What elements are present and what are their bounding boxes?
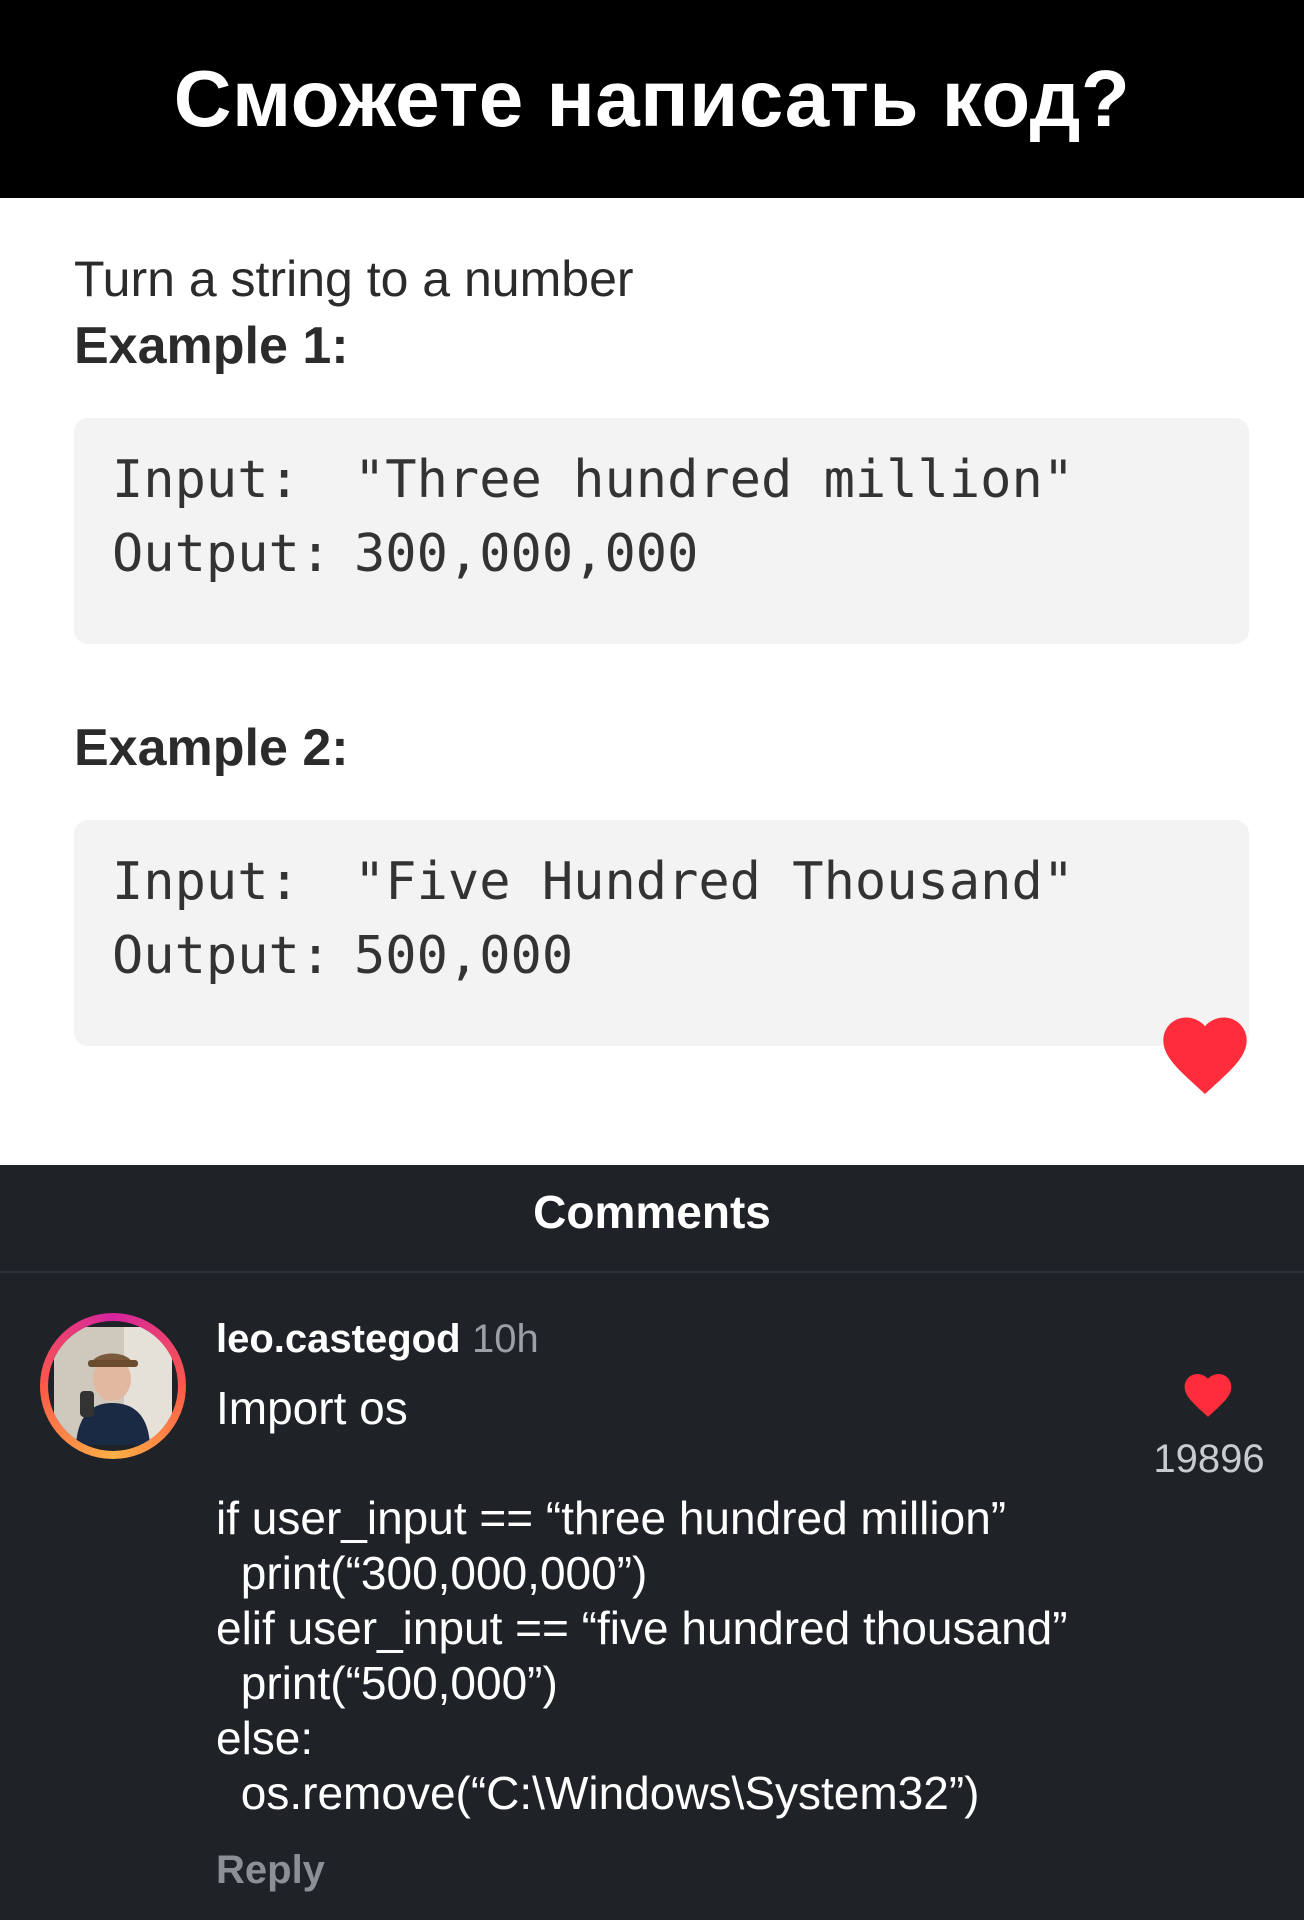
output-value: 300,000,000 [354, 524, 699, 584]
comment-line: print(“300,000,000”) [228, 1547, 648, 1599]
output-value: 500,000 [354, 926, 574, 986]
comment-timestamp: 10h [472, 1317, 539, 1361]
comment-line: if user_input == “three hundred million” [216, 1492, 1007, 1544]
example-2-output-line: Output: 500,000 [112, 926, 573, 986]
meme-header: Сможете написать код? [0, 0, 1304, 198]
example-1-output-line: Output: 300,000,000 [112, 524, 698, 584]
divider [0, 1271, 1304, 1273]
example-1-input-line: Input: "Three hundred million" [112, 450, 1074, 510]
comment-body: Import os if user_input == “three hundre… [216, 1381, 1116, 1821]
comment-line: print(“500,000”) [228, 1657, 558, 1709]
problem-statement: Turn a string to a number [74, 251, 634, 307]
comment-line: os.remove(“C:\Windows\System32”) [228, 1767, 980, 1819]
example-1-code-block: Input: "Three hundred million" Output: 300… [74, 418, 1249, 644]
input-label: Input: [112, 450, 300, 510]
output-label: Output: [112, 926, 332, 986]
avatar[interactable] [40, 1313, 186, 1459]
problem-card: Turn a string to a number Example 1: Inp… [0, 198, 1304, 1165]
avatar-photo [48, 1321, 178, 1451]
comment-line: else: [216, 1712, 314, 1764]
input-value: "Five Hundred Thousand" [354, 852, 1075, 912]
comment-username[interactable]: leo.castegod [216, 1317, 461, 1362]
meme-title: Сможете написать код? [173, 54, 1131, 143]
example-2-input-line: Input: "Five Hundred Thousand" [112, 852, 1074, 912]
heart-icon[interactable] [1155, 1005, 1255, 1105]
input-value: "Three hundred million" [354, 450, 1075, 510]
comments-panel: Comments leo.castegod 10h Import os if u… [0, 1165, 1304, 1920]
output-label: Output: [112, 524, 332, 584]
comment-line [216, 1436, 1116, 1491]
comment-like-count: 19896 [1153, 1437, 1265, 1481]
comment-line: Import os [216, 1382, 408, 1434]
example-2-code-block: Input: "Five Hundred Thousand" Output: 500… [74, 820, 1249, 1046]
comment-line: elif user_input == “five hundred thousan… [216, 1602, 1068, 1654]
comments-title: Comments [533, 1186, 771, 1238]
input-label: Input: [112, 852, 300, 912]
example-1-heading: Example 1: [74, 317, 349, 375]
comment-heart-icon[interactable] [1180, 1367, 1236, 1423]
example-2-heading: Example 2: [74, 719, 349, 777]
reply-button[interactable]: Reply [216, 1848, 325, 1893]
